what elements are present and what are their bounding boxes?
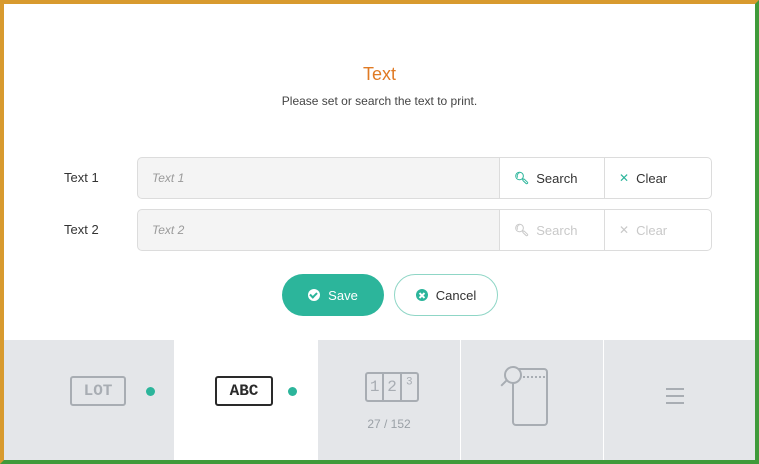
search-icon: 🔍︎: [514, 171, 530, 185]
lot-icon: LOT: [70, 376, 126, 406]
tab-abc[interactable]: ABC: [175, 340, 318, 460]
dialog-subtitle: Please set or search the text to print.: [281, 94, 478, 108]
text-2-input[interactable]: [138, 210, 499, 250]
dotted-line: [523, 376, 545, 378]
text-2-input-wrapper: [137, 209, 499, 251]
text-2-clear-button[interactable]: ✕ Clear: [605, 209, 712, 251]
dialog-title: Text: [362, 64, 396, 84]
abc-icon: ABC: [215, 376, 273, 406]
bottom-toolbar: LOT ABC 1 2 3 27 / 152: [4, 340, 755, 460]
text-2-label: Text 2: [64, 222, 99, 237]
cancel-button[interactable]: Cancel: [394, 274, 498, 316]
tab-lot[interactable]: LOT: [4, 340, 175, 460]
text-1-clear-button[interactable]: ✕ Clear: [605, 157, 712, 199]
x-circle-icon: [415, 289, 428, 301]
counter-value: 27 / 152: [367, 417, 411, 431]
text-1-search-button[interactable]: 🔍︎ Search: [499, 157, 605, 199]
counter-digit: 2: [382, 374, 399, 400]
menu-icon: [666, 388, 684, 409]
search-icon: 🔍︎: [514, 223, 530, 237]
counter-digit: 1: [369, 378, 380, 396]
clear-button-label: Clear: [636, 222, 668, 238]
text-2-row: Text 2 🔍︎ Search ✕ Clear: [4, 209, 755, 251]
tab-search-label[interactable]: [461, 340, 604, 460]
status-dot: [146, 387, 155, 396]
text-1-label: Text 1: [64, 170, 99, 185]
counter-icon: 1 2 3: [365, 372, 419, 402]
tab-counter[interactable]: 1 2 3 27 / 152: [318, 340, 461, 460]
save-button[interactable]: Save: [282, 274, 384, 316]
cancel-button-label: Cancel: [435, 287, 477, 303]
counter-digit-sup: 3: [406, 376, 413, 389]
search-button-label: Search: [536, 170, 578, 186]
search-button-label: Search: [536, 222, 578, 238]
close-icon: ✕: [619, 171, 630, 185]
status-dot: [288, 387, 297, 396]
close-icon: ✕: [619, 223, 630, 237]
text-2-search-button[interactable]: 🔍︎ Search: [499, 209, 605, 251]
clear-button-label: Clear: [636, 170, 668, 186]
text-1-row: Text 1 🔍︎ Search ✕ Clear: [4, 157, 755, 199]
check-circle-icon: [308, 289, 321, 301]
counter-digit: 3: [399, 374, 417, 400]
magnifier-icon: [504, 366, 522, 384]
text-1-input[interactable]: [138, 158, 499, 198]
text-dialog: Text Please set or search the text to pr…: [0, 0, 759, 464]
tab-menu[interactable]: [604, 340, 755, 460]
save-button-label: Save: [328, 287, 358, 303]
text-1-input-wrapper: [137, 157, 499, 199]
